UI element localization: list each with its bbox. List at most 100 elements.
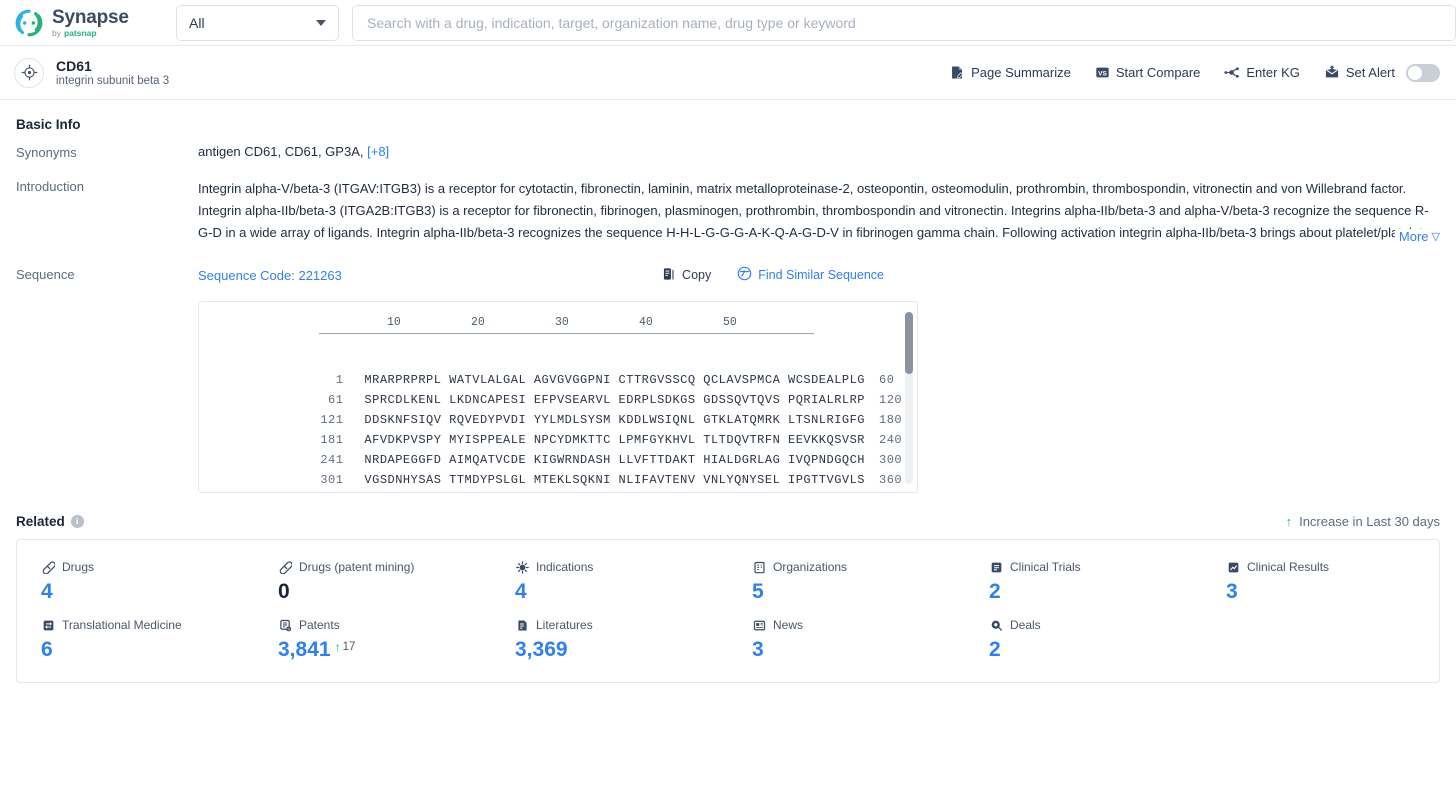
clinical-trial-icon <box>989 560 1003 574</box>
related-item-drugs[interactable]: Drugs 4 <box>17 552 254 610</box>
ruler-tick: 30 <box>555 316 569 329</box>
related-count: 0 <box>278 580 290 603</box>
related-label: Indications <box>536 560 594 574</box>
introduction-label: Introduction <box>16 179 84 194</box>
page-summarize-label: Page Summarize <box>971 65 1071 80</box>
synonyms-value: antigen CD61, CD61, GP3A, <box>198 144 364 159</box>
building-icon <box>752 560 766 574</box>
related-label: Translational Medicine <box>62 618 182 632</box>
related-item-clinical-results[interactable]: Clinical Results 3 <box>1202 552 1439 610</box>
chevron-down-icon <box>316 19 326 26</box>
brand-logo[interactable]: Synapse by patsnap <box>14 8 149 38</box>
ruler-line <box>319 333 814 334</box>
related-item-organizations[interactable]: Organizations 5 <box>728 552 965 610</box>
related-item-news[interactable]: News 3 <box>728 610 965 668</box>
related-item-translational-medicine[interactable]: Translational Medicine 6 <box>17 610 254 668</box>
synapse-logo-icon <box>14 8 44 38</box>
deal-icon <box>989 618 1003 632</box>
translational-icon <box>41 618 55 632</box>
find-similar-icon <box>737 266 752 284</box>
related-label: Clinical Trials <box>1010 560 1081 574</box>
sequence-header: Sequence Code: 221263 Copy Find Similar … <box>198 266 1440 284</box>
related-value: 4 <box>41 580 254 604</box>
search-input[interactable] <box>365 13 1443 32</box>
introduction-row: Introduction Integrin alpha-V/beta-3 (IT… <box>16 178 1440 244</box>
sequence-residues: DDSKNFSIQV RQVEDYPVDI YYLMDLSYSM KDDLWSI… <box>364 413 865 427</box>
related-header: Related i ↑ Increase in Last 30 days <box>16 493 1440 539</box>
brand-by: by <box>52 27 61 38</box>
sequence-residues: VGSDNHYSAS TTMDYPSLGL MTEKLSQKNI NLIFAVT… <box>364 473 865 487</box>
patent-icon <box>278 618 292 632</box>
sequence-residues: SPRCDLKENL LKDNCAPESI EFPVSEARVL EDRPLSD… <box>364 393 865 407</box>
related-item-drugs-patent-mining[interactable]: Drugs (patent mining) 0 <box>254 552 491 610</box>
related-count: 3,369 <box>515 638 568 661</box>
introduction-more-label: More <box>1398 229 1429 244</box>
chevron-double-down-icon: ▽ <box>1431 231 1440 243</box>
arrow-up-icon: ↑ <box>1285 514 1293 529</box>
set-alert-label: Set Alert <box>1345 65 1395 80</box>
related-value: 6 <box>41 638 254 662</box>
related-count: 2 <box>989 638 1001 661</box>
introduction-more-button[interactable]: More ▽ <box>1394 229 1440 244</box>
synonyms-more-link[interactable]: [+8] <box>367 144 389 159</box>
brand-parent: patsnap <box>63 27 97 38</box>
literature-icon <box>515 618 529 632</box>
ruler-tick: 20 <box>471 316 485 329</box>
sequence-end-index: 120 <box>879 393 903 407</box>
knowledge-graph-icon <box>1224 65 1240 80</box>
sequence-start-index: 121 <box>320 413 344 427</box>
related-value: 2 <box>989 580 1202 604</box>
start-compare-label: Start Compare <box>1115 65 1201 80</box>
related-item-deals[interactable]: Deals 2 <box>965 610 1202 668</box>
related-item-clinical-trials[interactable]: Clinical Trials 2 <box>965 552 1202 610</box>
related-item-patents[interactable]: Patents 3,841 ↑ 17 <box>254 610 491 668</box>
find-similar-sequence-button[interactable]: Find Similar Sequence <box>737 266 884 284</box>
entity-header-bar: CD61 integrin subunit beta 3 Page Summar… <box>0 46 1456 100</box>
related-card: Drugs 4 Drugs (patent mining) 0 Indicati… <box>16 539 1440 683</box>
related-item-indications[interactable]: Indications 4 <box>491 552 728 610</box>
search-category-value: All <box>189 14 205 31</box>
page-summarize-icon <box>950 65 965 80</box>
related-count: 5 <box>752 580 764 603</box>
find-similar-label: Find Similar Sequence <box>758 268 884 282</box>
related-count: 3 <box>1226 580 1238 603</box>
related-count: 4 <box>41 580 53 603</box>
related-count: 3 <box>752 638 764 661</box>
vs-compare-icon: VS <box>1095 65 1110 80</box>
page-summarize-button[interactable]: Page Summarize <box>950 65 1071 80</box>
related-label: Literatures <box>536 618 593 632</box>
sequence-scrollbar[interactable] <box>905 312 913 484</box>
related-value: 3,369 <box>515 638 728 662</box>
copy-sequence-button[interactable]: Copy <box>662 267 711 284</box>
entity-description: integrin subunit beta 3 <box>56 75 170 88</box>
related-legend: ↑ Increase in Last 30 days <box>1286 514 1440 529</box>
related-label: Clinical Results <box>1247 560 1330 574</box>
ruler-tick: 40 <box>639 316 653 329</box>
related-value: 3 <box>1226 580 1439 604</box>
top-navigation-bar: Synapse by patsnap All <box>0 0 1456 46</box>
sequence-end-index: 300 <box>879 453 903 467</box>
sequence-ruler: 10 20 30 40 50 <box>319 316 814 338</box>
sequence-viewer[interactable]: 10 20 30 40 50 1 MRARPRPRPL WATVLALGAL AG… <box>198 301 918 493</box>
entity-name: CD61 <box>56 57 92 74</box>
sequence-code-link[interactable]: Sequence Code: 221263 <box>198 268 342 283</box>
start-compare-button[interactable]: VS Start Compare <box>1095 65 1201 80</box>
enter-kg-button[interactable]: Enter KG <box>1224 65 1300 80</box>
info-icon[interactable]: i <box>70 515 84 528</box>
synonyms-row: Synonyms antigen CD61, CD61, GP3A, [+8] <box>16 144 1440 178</box>
brand-name: Synapse <box>52 6 129 28</box>
set-alert-control[interactable]: Set Alert <box>1324 63 1440 82</box>
related-title: Related <box>16 514 65 529</box>
related-label: Patents <box>299 618 340 632</box>
sequence-start-index: 301 <box>320 473 344 487</box>
search-category-select[interactable]: All <box>176 4 339 41</box>
related-value: 3,841 ↑ 17 <box>278 638 491 662</box>
related-value: 5 <box>752 580 965 604</box>
target-icon <box>14 57 44 88</box>
global-search-box[interactable] <box>352 4 1456 41</box>
related-item-literatures[interactable]: Literatures 3,369 <box>491 610 728 668</box>
sequence-end-index: 60 <box>879 373 895 387</box>
copy-icon <box>662 267 676 284</box>
set-alert-toggle[interactable] <box>1406 63 1440 82</box>
sequence-scrollbar-thumb[interactable] <box>905 312 913 374</box>
